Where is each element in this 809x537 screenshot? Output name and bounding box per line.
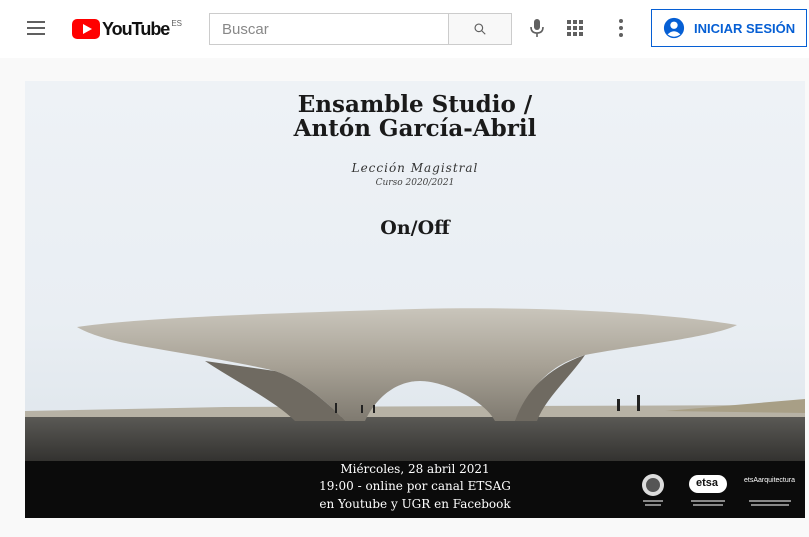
etsag-logo	[689, 475, 727, 506]
sign-in-label: INICIAR SESIÓN	[694, 20, 796, 36]
etsa-arquitectura-logo	[749, 500, 791, 506]
search-input[interactable]	[210, 14, 450, 44]
youtube-play-icon	[72, 19, 100, 39]
masthead: YouTube ES INICIAR SESIÓN	[0, 0, 809, 58]
poster-image	[25, 81, 805, 518]
apps-grid-icon[interactable]	[566, 19, 584, 37]
etsa-arquitectura-text: etsAarquitectura	[744, 477, 795, 484]
video-title-line-1: Ensamble Studio /	[297, 91, 533, 118]
etsag-logo-text: etsa	[696, 477, 719, 489]
youtube-logo[interactable]: YouTube ES	[72, 17, 182, 41]
search-box	[209, 13, 512, 45]
video-title-line-2: Antón García-Abril	[293, 115, 537, 142]
logo-text: YouTube	[102, 19, 170, 39]
course-year: Curso 2020/2021	[375, 178, 455, 188]
account-circle-icon	[663, 17, 685, 39]
sign-in-button[interactable]: INICIAR SESIÓN	[651, 9, 807, 47]
lecture-theme: On/Off	[380, 217, 450, 239]
ugr-seal-logo	[642, 474, 664, 506]
search-icon	[474, 23, 486, 35]
search-button[interactable]	[448, 14, 511, 44]
menu-icon[interactable]	[27, 21, 45, 35]
region-code: ES	[171, 19, 182, 28]
microphone-icon[interactable]	[527, 17, 547, 39]
more-vert-icon[interactable]	[616, 17, 626, 39]
lecture-type: Lección Magistral	[351, 161, 479, 175]
video-thumbnail[interactable]: Ensamble Studio / Antón García-Abril Lec…	[25, 81, 805, 518]
